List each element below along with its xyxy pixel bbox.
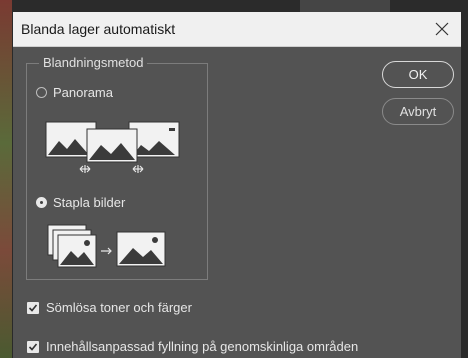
panorama-illustration-icon: [45, 121, 180, 173]
radio-stack-images[interactable]: Stapla bilder: [36, 195, 125, 210]
background-photo-strip: [0, 0, 12, 358]
background-right-strip: [460, 0, 468, 358]
checkmark-icon: [28, 342, 38, 351]
auto-blend-dialog: Blanda lager automatiskt Blandningsmetod…: [12, 12, 461, 358]
stack-images-illustration-icon: [47, 224, 166, 268]
content-aware-fill-label: Innehållsanpassad fyllning på genomskinl…: [46, 339, 359, 354]
stack-images-label: Stapla bilder: [53, 195, 126, 210]
ok-button[interactable]: OK: [382, 61, 454, 88]
close-button[interactable]: [429, 16, 455, 42]
content-aware-fill-option[interactable]: Innehållsanpassad fyllning på genomskinl…: [27, 339, 358, 354]
radio-panorama[interactable]: Panorama: [36, 85, 113, 100]
content-aware-fill-checkbox[interactable]: [27, 340, 39, 353]
close-icon: [435, 22, 449, 36]
checkmark-icon: [28, 303, 38, 312]
seamless-tones-option[interactable]: Sömlösa toner och färger: [27, 300, 192, 315]
seamless-tones-label: Sömlösa toner och färger: [46, 300, 192, 315]
panorama-label: Panorama: [53, 85, 113, 100]
stack-images-radio-button[interactable]: [36, 197, 47, 208]
blend-method-legend: Blandningsmetod: [39, 55, 148, 70]
seamless-tones-checkbox[interactable]: [27, 301, 39, 314]
panorama-radio-button[interactable]: [36, 87, 47, 98]
background-toolbar-segment: [300, 0, 390, 12]
blend-method-group: Blandningsmetod Panorama Stapla bilder: [26, 55, 208, 280]
cancel-button[interactable]: Avbryt: [382, 98, 454, 125]
titlebar: Blanda lager automatiskt: [13, 12, 461, 47]
background-top-strip: [0, 0, 468, 12]
dialog-title: Blanda lager automatiskt: [21, 21, 176, 37]
